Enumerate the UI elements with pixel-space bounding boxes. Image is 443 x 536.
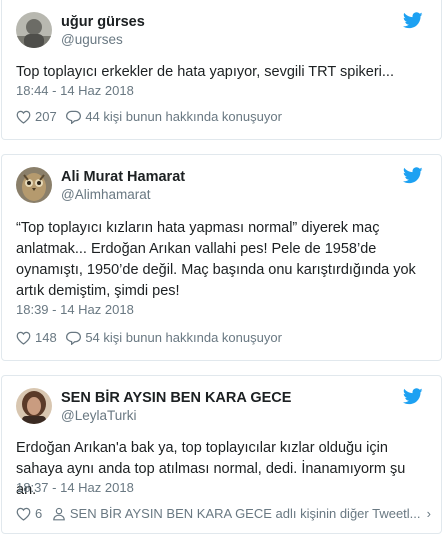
- tweet-header: SEN BİR AYSIN BEN KARA GECE @LeylaTurki: [16, 388, 427, 424]
- author-names: SEN BİR AYSIN BEN KARA GECE @LeylaTurki: [61, 389, 291, 424]
- timestamp[interactable]: 18:44 - 14 Haz 2018: [16, 83, 134, 99]
- like-button[interactable]: 6: [16, 504, 42, 524]
- replies-link[interactable]: 44 kişi bunun hakkında konuşuyor: [66, 107, 282, 127]
- like-count: 207: [35, 109, 57, 124]
- tweet-text: “Top toplayıcı kızların hata yapması nor…: [16, 220, 416, 299]
- tweet-actions: 148 54 kişi bunun hakkında konuşuyor: [16, 328, 431, 348]
- like-button[interactable]: 148: [16, 328, 57, 348]
- tweet-header: uğur gürses @ugurses: [16, 12, 427, 48]
- display-name[interactable]: uğur gürses: [61, 13, 145, 31]
- avatar[interactable]: [16, 388, 52, 424]
- timestamp[interactable]: 18:37 - 14 Haz 2018: [16, 480, 134, 496]
- screen-name[interactable]: @ugurses: [61, 31, 145, 48]
- tweet-actions: 207 44 kişi bunun hakkında konuşuyor: [16, 107, 431, 127]
- profile-link[interactable]: SEN BİR AYSIN BEN KARA GECE adlı kişinin…: [52, 504, 421, 524]
- screen-name[interactable]: @Alimhamarat: [61, 186, 185, 203]
- twitter-bird-icon[interactable]: [402, 388, 423, 405]
- replies-link[interactable]: 54 kişi bunun hakkında konuşuyor: [66, 328, 282, 348]
- heart-icon: [16, 331, 31, 345]
- like-button[interactable]: 207: [16, 107, 57, 127]
- heart-icon: [16, 110, 31, 124]
- tweet-card[interactable]: Ali Murat Hamarat @Alimhamarat “Top topl…: [1, 154, 442, 361]
- replies-label: 54 kişi bunun hakkında konuşuyor: [85, 330, 282, 345]
- speech-bubble-icon: [66, 110, 82, 124]
- profile-link-label: SEN BİR AYSIN BEN KARA GECE adlı kişinin…: [69, 506, 421, 521]
- avatar[interactable]: [16, 167, 52, 203]
- tweet-header: Ali Murat Hamarat @Alimhamarat: [16, 167, 427, 203]
- tweet-text: Top toplayıcı erkekler de hata yapıyor, …: [16, 64, 394, 80]
- display-name[interactable]: Ali Murat Hamarat: [61, 168, 185, 186]
- replies-label: 44 kişi bunun hakkında konuşuyor: [85, 109, 282, 124]
- tweet-feed: uğur gürses @ugurses Top toplayıcı erkek…: [0, 0, 443, 534]
- speech-bubble-icon: [66, 331, 82, 345]
- timestamp[interactable]: 18:39 - 14 Haz 2018: [16, 302, 134, 318]
- like-count: 148: [35, 330, 57, 345]
- tweet-card[interactable]: SEN BİR AYSIN BEN KARA GECE @LeylaTurki …: [1, 375, 442, 534]
- heart-icon: [16, 507, 31, 521]
- twitter-bird-icon[interactable]: [402, 12, 423, 29]
- chevron-right-icon[interactable]: ›: [427, 504, 431, 524]
- twitter-bird-icon[interactable]: [402, 167, 423, 184]
- person-icon: [52, 507, 66, 521]
- avatar[interactable]: [16, 12, 52, 48]
- like-count: 6: [35, 506, 43, 521]
- tweet-card[interactable]: uğur gürses @ugurses Top toplayıcı erkek…: [1, 0, 442, 140]
- author-names: uğur gürses @ugurses: [61, 13, 145, 48]
- tweet-actions: 6 SEN BİR AYSIN BEN KARA GECE adlı kişin…: [16, 504, 431, 524]
- screen-name[interactable]: @LeylaTurki: [61, 407, 291, 424]
- display-name[interactable]: SEN BİR AYSIN BEN KARA GECE: [61, 389, 291, 407]
- author-names: Ali Murat Hamarat @Alimhamarat: [61, 168, 185, 203]
